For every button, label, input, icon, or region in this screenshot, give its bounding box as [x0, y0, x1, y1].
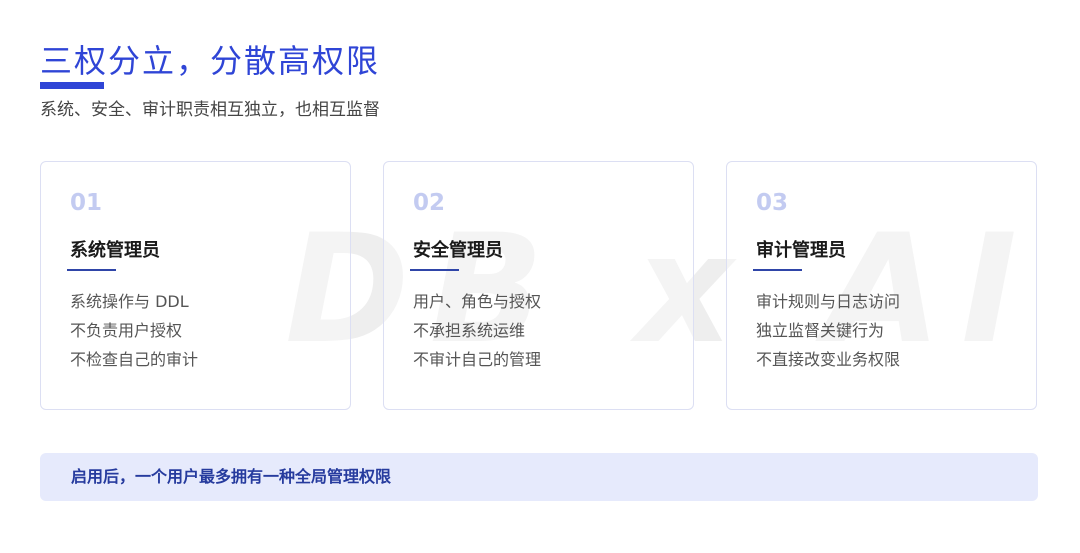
- card-heading-underline: [753, 269, 802, 271]
- card-heading-underline: [67, 269, 116, 271]
- card-description-line: 独立监督关键行为: [756, 321, 885, 340]
- card-description-line: 不审计自己的管理: [413, 350, 542, 369]
- card-system-admin: 01 系统管理员 系统操作与 DDL 不负责用户授权 不检查自己的审计: [40, 161, 351, 410]
- page-subtitle: 系统、安全、审计职责相互独立，也相互监督: [40, 100, 380, 120]
- card-heading: 审计管理员: [756, 240, 846, 261]
- card-heading: 安全管理员: [413, 240, 503, 261]
- summary-banner: 启用后，一个用户最多拥有一种全局管理权限: [40, 453, 1038, 501]
- title-accent-bar: [40, 82, 104, 89]
- card-description-line: 审计规则与日志访问: [756, 292, 901, 311]
- card-heading: 系统管理员: [70, 240, 160, 261]
- card-description-list: 审计规则与日志访问 独立监督关键行为 不直接改变业务权限: [756, 287, 900, 374]
- card-security-admin: 02 安全管理员 用户、角色与授权 不承担系统运维 不审计自己的管理: [383, 161, 694, 410]
- card-description-list: 用户、角色与授权 不承担系统运维 不审计自己的管理: [413, 287, 541, 374]
- card-description-line: 用户、角色与授权: [413, 292, 542, 311]
- card-description-list: 系统操作与 DDL 不负责用户授权 不检查自己的审计: [70, 287, 198, 374]
- card-description-line: 不承担系统运维: [413, 321, 526, 340]
- card-description-line: 系统操作与 DDL: [70, 292, 189, 311]
- card-number: 02: [413, 190, 446, 216]
- card-audit-admin: 03 审计管理员 审计规则与日志访问 独立监督关键行为 不直接改变业务权限: [726, 161, 1037, 410]
- card-description-line: 不负责用户授权: [70, 321, 183, 340]
- page-title: 三权分立，分散高权限: [40, 42, 381, 80]
- card-number: 03: [756, 190, 789, 216]
- summary-banner-text: 启用后，一个用户最多拥有一种全局管理权限: [71, 467, 392, 486]
- card-heading-underline: [410, 269, 459, 271]
- card-description-line: 不检查自己的审计: [70, 350, 199, 369]
- card-description-line: 不直接改变业务权限: [756, 350, 901, 369]
- card-number: 01: [70, 190, 103, 216]
